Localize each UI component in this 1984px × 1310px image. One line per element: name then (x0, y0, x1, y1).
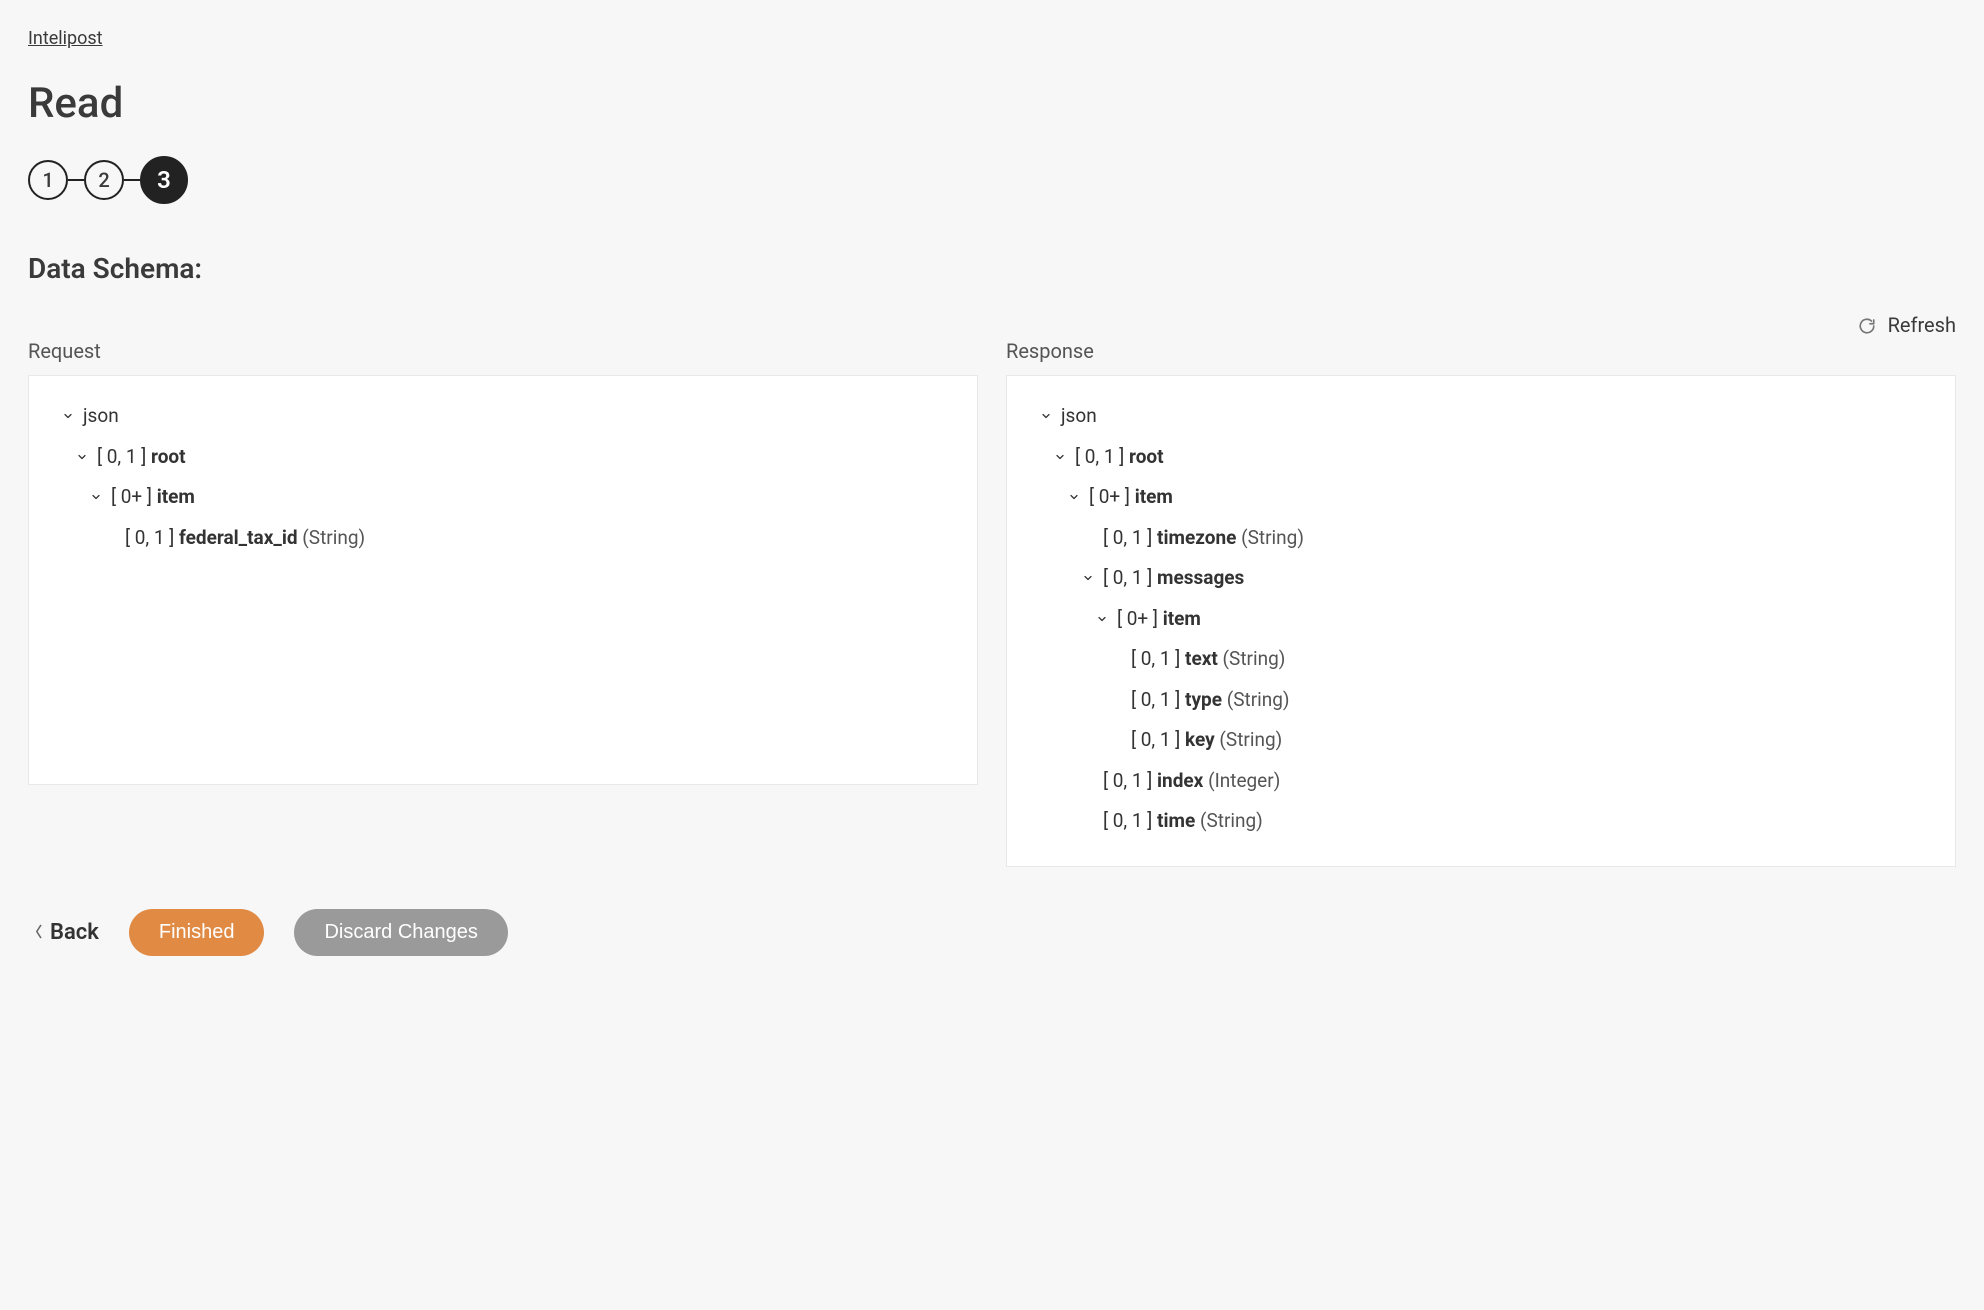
refresh-label: Refresh (1888, 313, 1956, 337)
tree-node-label: [ 0+ ] item (111, 483, 195, 512)
tree-node-label: [ 0+ ] item (1089, 483, 1173, 512)
tree-node-label: [ 0, 1 ] federal_tax_id (String) (125, 524, 365, 553)
back-button[interactable]: 〈 Back (28, 920, 99, 945)
section-title: Data Schema: (28, 252, 1956, 285)
tree-node-label: json (83, 402, 119, 431)
back-label: Back (50, 920, 99, 945)
response-node-item[interactable]: [ 0+ ] item (1027, 477, 1935, 518)
chevron-down-icon[interactable] (1095, 613, 1109, 625)
response-node-text[interactable]: [ 0, 1 ] text (String) (1027, 639, 1935, 680)
response-node-root[interactable]: [ 0, 1 ] root (1027, 437, 1935, 478)
request-node-federal_tax_id[interactable]: [ 0, 1 ] federal_tax_id (String) (49, 518, 957, 559)
step-connector (124, 179, 140, 181)
chevron-down-icon[interactable] (1039, 410, 1053, 422)
refresh-icon (1858, 316, 1876, 334)
chevron-down-icon[interactable] (61, 410, 75, 422)
chevron-down-icon[interactable] (1067, 491, 1081, 503)
response-node-item[interactable]: [ 0+ ] item (1027, 599, 1935, 640)
chevron-down-icon[interactable] (1053, 451, 1067, 463)
chevron-left-icon: 〈 (28, 922, 42, 942)
response-node-timezone[interactable]: [ 0, 1 ] timezone (String) (1027, 518, 1935, 559)
response-node-messages[interactable]: [ 0, 1 ] messages (1027, 558, 1935, 599)
tree-node-label: [ 0, 1 ] key (String) (1131, 726, 1282, 755)
tree-node-label: [ 0, 1 ] root (1075, 443, 1164, 472)
tree-node-label: json (1061, 402, 1097, 431)
request-header: Request (28, 339, 978, 363)
step-3[interactable]: 3 (140, 156, 188, 204)
tree-node-label: [ 0, 1 ] type (String) (1131, 686, 1290, 715)
request-panel: json [ 0, 1 ] root [ 0+ ] item [ 0, 1 ] fed… (28, 375, 978, 785)
step-connector (68, 179, 84, 181)
request-node-item[interactable]: [ 0+ ] item (49, 477, 957, 518)
tree-node-label: [ 0, 1 ] timezone (String) (1103, 524, 1304, 553)
stepper: 123 (28, 156, 1956, 204)
finished-button[interactable]: Finished (129, 909, 265, 956)
request-column: Request json [ 0, 1 ] root [ 0+ ] item [ 0,… (28, 339, 978, 785)
chevron-down-icon[interactable] (75, 451, 89, 463)
response-panel: json [ 0, 1 ] root [ 0+ ] item [ 0, 1 ] tim… (1006, 375, 1956, 867)
response-node-json[interactable]: json (1027, 396, 1935, 437)
tree-node-label: [ 0, 1 ] root (97, 443, 186, 472)
step-1[interactable]: 1 (28, 160, 68, 200)
chevron-down-icon[interactable] (89, 491, 103, 503)
response-node-time[interactable]: [ 0, 1 ] time (String) (1027, 801, 1935, 842)
page-title: Read (28, 79, 1956, 128)
tree-node-label: [ 0, 1 ] time (String) (1103, 807, 1263, 836)
step-2[interactable]: 2 (84, 160, 124, 200)
response-node-type[interactable]: [ 0, 1 ] type (String) (1027, 680, 1935, 721)
request-node-root[interactable]: [ 0, 1 ] root (49, 437, 957, 478)
tree-node-label: [ 0, 1 ] messages (1103, 564, 1244, 593)
refresh-button[interactable]: Refresh (1858, 313, 1956, 337)
response-header: Response (1006, 339, 1956, 363)
response-node-index[interactable]: [ 0, 1 ] index (Integer) (1027, 761, 1935, 802)
tree-node-label: [ 0+ ] item (1117, 605, 1201, 634)
tree-node-label: [ 0, 1 ] text (String) (1131, 645, 1285, 674)
response-node-key[interactable]: [ 0, 1 ] key (String) (1027, 720, 1935, 761)
tree-node-label: [ 0, 1 ] index (Integer) (1103, 767, 1280, 796)
discard-changes-button[interactable]: Discard Changes (294, 909, 507, 956)
breadcrumb-link[interactable]: Intelipost (28, 28, 103, 49)
chevron-down-icon[interactable] (1081, 572, 1095, 584)
response-column: Response json [ 0, 1 ] root [ 0+ ] item [ 0… (1006, 339, 1956, 867)
request-node-json[interactable]: json (49, 396, 957, 437)
